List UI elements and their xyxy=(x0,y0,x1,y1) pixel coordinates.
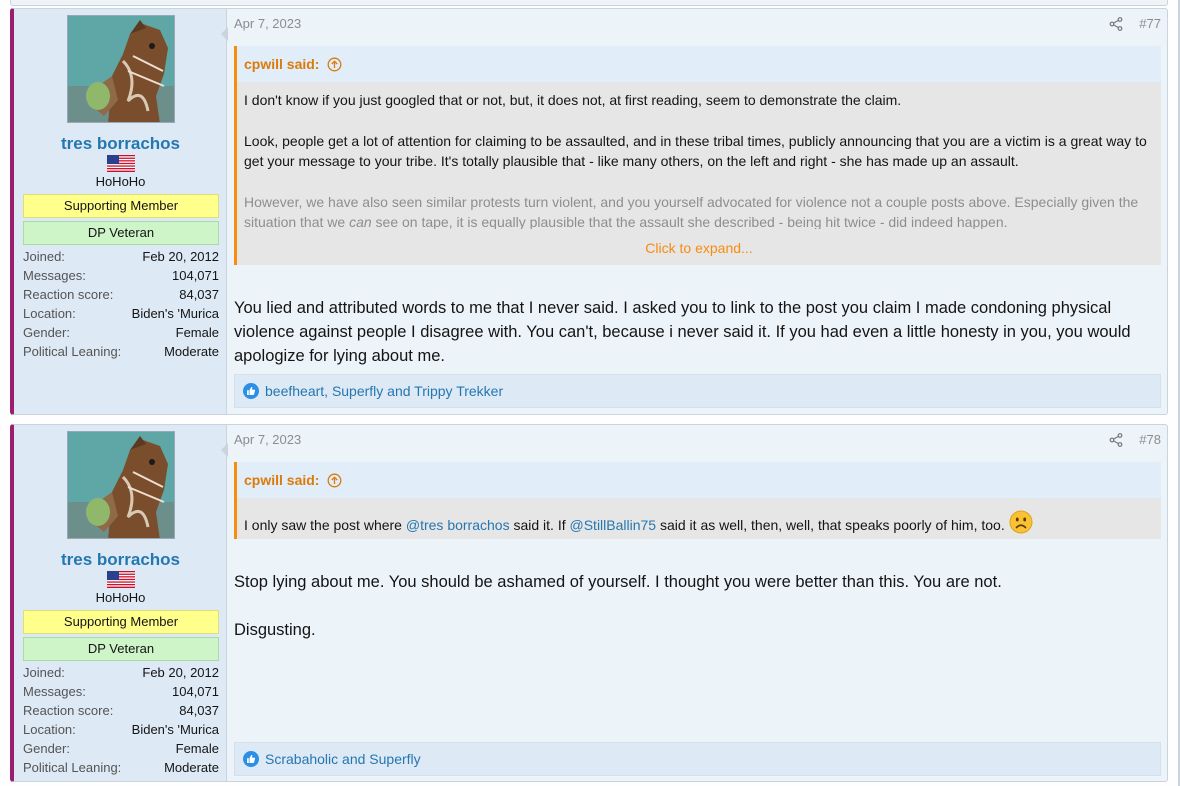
click-to-expand-link[interactable]: Click to expand... xyxy=(237,240,1161,256)
quote-header: cpwill said: xyxy=(237,46,1161,82)
stat-reaction-score: Reaction score: 84,037 xyxy=(23,701,219,720)
username[interactable]: tres borrachos xyxy=(14,550,227,570)
avatar[interactable] xyxy=(67,15,175,123)
stat-label: Reaction score: xyxy=(23,703,114,718)
us-flag-icon xyxy=(107,155,135,172)
stat-messages: Messages: 104,071 xyxy=(23,682,219,701)
quote-paragraph: Look, people get a lot of attention for … xyxy=(244,133,1147,169)
stat-label: Messages: xyxy=(23,684,86,699)
post-number-link[interactable]: #77 xyxy=(1139,16,1161,31)
quote-text: I only saw the post where xyxy=(244,517,406,533)
quote-text: said it. If xyxy=(509,517,570,533)
quote-text: said it as well, then, well, that speaks… xyxy=(656,517,1009,533)
share-icon[interactable] xyxy=(1109,432,1123,447)
stat-label: Reaction score: xyxy=(23,287,114,302)
stat-value[interactable]: Biden's 'Murica xyxy=(132,304,219,323)
stat-value: Feb 20, 2012 xyxy=(142,249,219,264)
stat-value: 84,037 xyxy=(179,703,219,718)
stat-value: Moderate xyxy=(164,344,219,359)
stat-value[interactable]: 104,071 xyxy=(172,682,219,701)
quote-author[interactable]: cpwill said: xyxy=(244,472,319,488)
stat-value: Moderate xyxy=(164,760,219,775)
username[interactable]: tres borrachos xyxy=(14,134,227,154)
quote-text: see on tape, it is equally plausible tha… xyxy=(371,214,1008,229)
stat-gender: Gender: Female xyxy=(23,323,219,342)
stat-messages: Messages: 104,071 xyxy=(23,266,219,285)
stat-value: 84,037 xyxy=(179,287,219,302)
reactions-bar: beefheart, Superfly and Trippy Trekker xyxy=(234,374,1161,408)
share-icon[interactable] xyxy=(1109,16,1123,31)
message-actions: #77 xyxy=(1109,16,1161,31)
stat-value: Feb 20, 2012 xyxy=(142,665,219,680)
message-actions: #78 xyxy=(1109,432,1161,447)
stat-value: Female xyxy=(175,741,219,756)
quote-content: I only saw the post where @tres borracho… xyxy=(237,498,1161,535)
like-icon xyxy=(243,751,259,767)
quote-emphasis: can xyxy=(349,214,372,229)
mention-link[interactable]: @StillBallin75 xyxy=(570,517,657,533)
us-flag-icon xyxy=(107,571,135,588)
stat-label: Messages: xyxy=(23,268,86,283)
quote-paragraph: I don't know if you just googled that or… xyxy=(244,92,902,108)
avatar[interactable] xyxy=(67,431,175,539)
post-date[interactable]: Apr 7, 2023 xyxy=(234,16,301,31)
dp-veteran-banner: DP Veteran xyxy=(23,221,219,245)
supporting-member-banner: Supporting Member xyxy=(23,610,219,634)
frown-emoji-icon xyxy=(1009,510,1033,534)
post-number-link[interactable]: #78 xyxy=(1139,432,1161,447)
stat-label: Location: xyxy=(23,722,76,737)
message-cell: Apr 7, 2023 #77 cpwill said: I don't kno… xyxy=(221,9,1167,414)
stat-joined: Joined: Feb 20, 2012 xyxy=(23,247,219,266)
user-stats: Joined: Feb 20, 2012 Messages: 104,071 Rea… xyxy=(23,247,219,361)
stat-reaction-score: Reaction score: 84,037 xyxy=(23,285,219,304)
supporting-member-banner: Supporting Member xyxy=(23,194,219,218)
stat-political-leaning: Political Leaning: Moderate xyxy=(23,342,219,361)
stat-political-leaning: Political Leaning: Moderate xyxy=(23,758,219,777)
quote-block: cpwill said: I don't know if you just go… xyxy=(234,46,1161,265)
arrow-up-circle-icon[interactable] xyxy=(327,473,342,488)
message-header: Apr 7, 2023 #77 xyxy=(234,15,1161,33)
stat-label: Political Leaning: xyxy=(23,344,122,359)
message-header: Apr 7, 2023 #78 xyxy=(234,431,1161,449)
stat-label: Location: xyxy=(23,306,76,321)
stat-label: Gender: xyxy=(23,741,70,756)
user-title: HoHoHo xyxy=(95,590,146,605)
reactions-bar: Scrabaholic and Superfly xyxy=(234,742,1161,776)
quote-block: cpwill said: I only saw the post where @… xyxy=(234,462,1161,539)
user-cell: tres borrachos HoHoHo Supporting Member … xyxy=(14,425,227,781)
post-date[interactable]: Apr 7, 2023 xyxy=(234,432,301,447)
stat-joined: Joined: Feb 20, 2012 xyxy=(23,663,219,682)
stat-label: Political Leaning: xyxy=(23,760,122,775)
post-paragraph: Stop lying about me. You should be asham… xyxy=(234,573,1002,591)
stat-label: Gender: xyxy=(23,325,70,340)
stat-value[interactable]: 104,071 xyxy=(172,266,219,285)
post-78: tres borrachos HoHoHo Supporting Member … xyxy=(10,424,1168,782)
mention-link[interactable]: @tres borrachos xyxy=(406,517,510,533)
quote-paragraph-faded: However, we have also seen similar prote… xyxy=(244,192,1154,229)
stat-location: Location: Biden's 'Murica xyxy=(23,720,219,739)
like-icon xyxy=(243,383,259,399)
post-77: tres borrachos HoHoHo Supporting Member … xyxy=(10,8,1168,415)
stat-value: Female xyxy=(175,325,219,340)
dp-veteran-banner: DP Veteran xyxy=(23,637,219,661)
arrow-up-circle-icon[interactable] xyxy=(327,57,342,72)
reaction-users-link[interactable]: beefheart, Superfly and Trippy Trekker xyxy=(265,383,503,399)
post-paragraph: Disgusting. xyxy=(234,621,316,639)
quote-author[interactable]: cpwill said: xyxy=(244,56,319,72)
stat-label: Joined: xyxy=(23,665,65,680)
stat-gender: Gender: Female xyxy=(23,739,219,758)
message-cell: Apr 7, 2023 #78 cpwill said: I only saw … xyxy=(221,425,1167,781)
post-body: Stop lying about me. You should be asham… xyxy=(234,570,1161,666)
quote-content: I don't know if you just googled that or… xyxy=(237,82,1161,229)
quote-header: cpwill said: xyxy=(237,462,1161,498)
user-title: HoHoHo xyxy=(95,174,146,189)
stat-value[interactable]: Biden's 'Murica xyxy=(132,720,219,739)
user-cell: tres borrachos HoHoHo Supporting Member … xyxy=(14,9,227,414)
post-body: You lied and attributed words to me that… xyxy=(234,299,1131,365)
previous-post-edge xyxy=(10,0,1168,6)
stat-location: Location: Biden's 'Murica xyxy=(23,304,219,323)
reaction-users-link[interactable]: Scrabaholic and Superfly xyxy=(265,751,421,767)
stat-label: Joined: xyxy=(23,249,65,264)
user-stats: Joined: Feb 20, 2012 Messages: 104,071 Rea… xyxy=(23,663,219,777)
